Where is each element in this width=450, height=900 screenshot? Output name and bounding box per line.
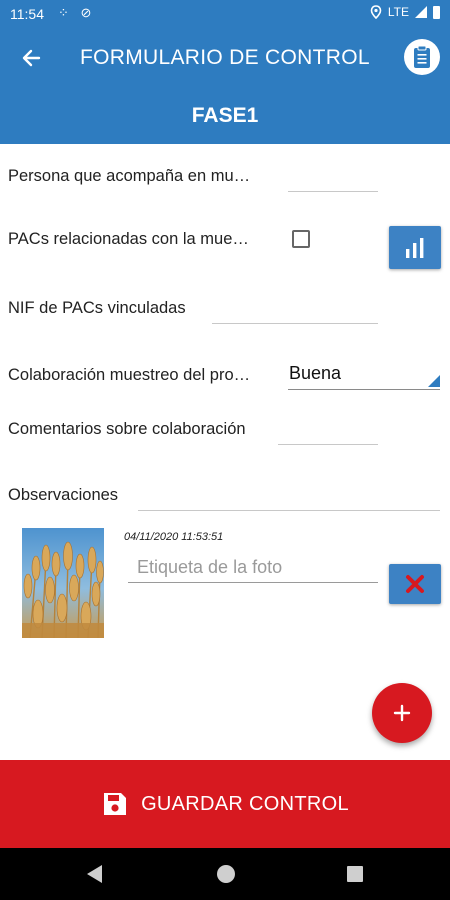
dropdown-arrow-icon — [428, 375, 440, 387]
persona-input[interactable] — [288, 166, 378, 192]
notification-icons: ⁘ ⊘ — [58, 5, 96, 20]
location-icon — [370, 5, 382, 19]
app-bar: FORMULARIO DE CONTROL — [0, 28, 450, 88]
colaboracion-selected-value: Buena — [289, 363, 342, 383]
colaboracion-select[interactable]: Buena — [288, 360, 440, 390]
arrow-left-icon — [22, 49, 41, 67]
persona-label: Persona que acompaña en mu… — [8, 167, 251, 185]
nif-input[interactable] — [212, 298, 378, 324]
nav-home-icon[interactable] — [217, 865, 235, 883]
back-button[interactable] — [16, 42, 48, 74]
nif-label: NIF de PACs vinculadas — [8, 299, 186, 317]
battery-icon — [433, 5, 440, 19]
pacs-checkbox[interactable] — [292, 230, 310, 248]
photo-thumbnail[interactable] — [22, 528, 104, 638]
bar-chart-icon — [406, 237, 424, 258]
status-right: LTE — [370, 5, 440, 19]
photo-timestamp: 04/11/2020 11:53:51 — [124, 531, 224, 543]
nav-recents-icon[interactable] — [347, 866, 363, 882]
close-x-icon — [406, 575, 424, 593]
add-photo-fab[interactable] — [372, 683, 432, 743]
status-time: 11:54 — [10, 6, 44, 22]
wheat-photo — [22, 528, 104, 638]
clipboard-button[interactable] — [404, 39, 440, 75]
delete-photo-button[interactable] — [389, 564, 441, 604]
app-title: FORMULARIO DE CONTROL — [80, 46, 370, 69]
signal-icon — [415, 6, 427, 18]
save-control-label: GUARDAR CONTROL — [141, 792, 349, 815]
plus-icon — [393, 704, 411, 722]
nav-back-icon[interactable] — [87, 865, 102, 883]
comentarios-input[interactable] — [278, 419, 378, 445]
floppy-disk-icon — [104, 793, 127, 815]
clipboard-icon — [414, 45, 430, 68]
pacs-chart-button[interactable] — [389, 226, 441, 269]
network-type: LTE — [387, 5, 409, 19]
photo-label-input[interactable]: Etiqueta de la foto — [128, 555, 378, 583]
colaboracion-label: Colaboración muestreo del pro… — [8, 366, 251, 384]
system-nav-bar — [0, 848, 450, 900]
comentarios-label: Comentarios sobre colaboración — [8, 420, 246, 438]
status-bar: 11:54 ⁘ ⊘ LTE — [0, 0, 450, 28]
save-control-button[interactable]: GUARDAR CONTROL — [0, 760, 450, 848]
pacs-label: PACs relacionadas con la mue… — [8, 230, 249, 248]
observaciones-input[interactable] — [138, 485, 440, 511]
observaciones-label: Observaciones — [8, 486, 119, 504]
phase-title: FASE1 — [0, 88, 450, 144]
